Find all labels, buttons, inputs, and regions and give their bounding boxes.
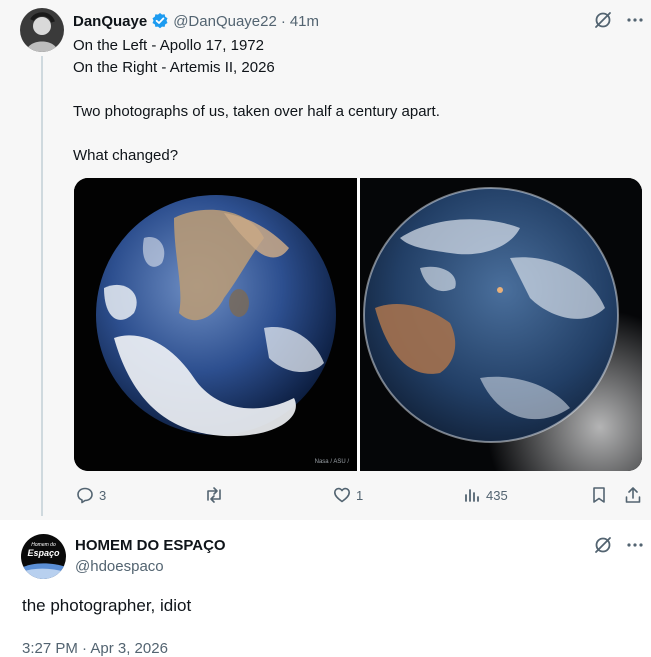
tweet-actions: 3 1 435 xyxy=(74,486,644,508)
tweet-question: What changed? xyxy=(73,147,179,164)
tweet-paragraph: Two photographs of us, taken over half a… xyxy=(73,103,440,120)
tweet-top-actions xyxy=(594,11,644,29)
share-icon xyxy=(625,487,641,503)
timestamp[interactable]: 41m xyxy=(290,13,319,30)
reply-text: the photographer, idiot xyxy=(22,596,192,615)
tweet-text: On the Left - Apollo 17, 1972 On the Rig… xyxy=(73,35,633,167)
more-icon[interactable] xyxy=(626,536,644,554)
reply-timestamp[interactable]: 3:27 PM · Apr 3, 2026 xyxy=(22,640,168,657)
reply-top-actions xyxy=(594,536,644,554)
views-count: 435 xyxy=(486,487,508,503)
photo-apollo-17[interactable]: Nasa / ASU / xyxy=(74,178,357,471)
like-count: 1 xyxy=(356,487,364,503)
author-name[interactable]: DanQuaye xyxy=(73,13,147,30)
media-gallery: Nasa / ASU / xyxy=(74,178,642,471)
tweet-line: On the Left - Apollo 17, 1972 xyxy=(73,37,264,54)
reply-avatar[interactable]: Homem do Espaço xyxy=(21,534,66,579)
bookmark-icon xyxy=(593,487,605,503)
repost-icon xyxy=(207,487,221,503)
avatar-text-main: Espaço xyxy=(27,548,60,558)
tweet-line: On the Right - Artemis II, 2026 xyxy=(73,59,275,76)
media-credit: Nasa / ASU / xyxy=(314,459,349,465)
share-button[interactable] xyxy=(624,486,642,504)
photo-artemis-ii[interactable] xyxy=(360,178,642,471)
reply-button[interactable]: 3 xyxy=(76,486,106,504)
author-handle[interactable]: @DanQuaye22 xyxy=(173,13,277,30)
tweet-header: DanQuaye @DanQuaye22 · 41m xyxy=(73,11,319,31)
avatar[interactable] xyxy=(20,8,64,52)
reply-author-handle[interactable]: @hdoespaco xyxy=(75,558,164,575)
reply-author-name[interactable]: HOMEM DO ESPAÇO xyxy=(75,537,226,554)
reply-count: 3 xyxy=(99,487,107,503)
dot-separator: · xyxy=(280,12,286,30)
like-button[interactable]: 1 xyxy=(333,486,363,504)
reply-icon xyxy=(77,487,93,504)
verified-badge-icon xyxy=(151,12,169,30)
views-icon xyxy=(465,489,479,502)
thread-line xyxy=(41,56,43,516)
like-icon xyxy=(334,487,350,503)
views-button[interactable]: 435 xyxy=(463,486,508,504)
grok-icon[interactable] xyxy=(594,536,612,554)
more-icon[interactable] xyxy=(626,11,644,29)
bookmark-button[interactable] xyxy=(590,486,608,504)
repost-button[interactable] xyxy=(204,486,229,504)
grok-icon[interactable] xyxy=(594,11,612,29)
